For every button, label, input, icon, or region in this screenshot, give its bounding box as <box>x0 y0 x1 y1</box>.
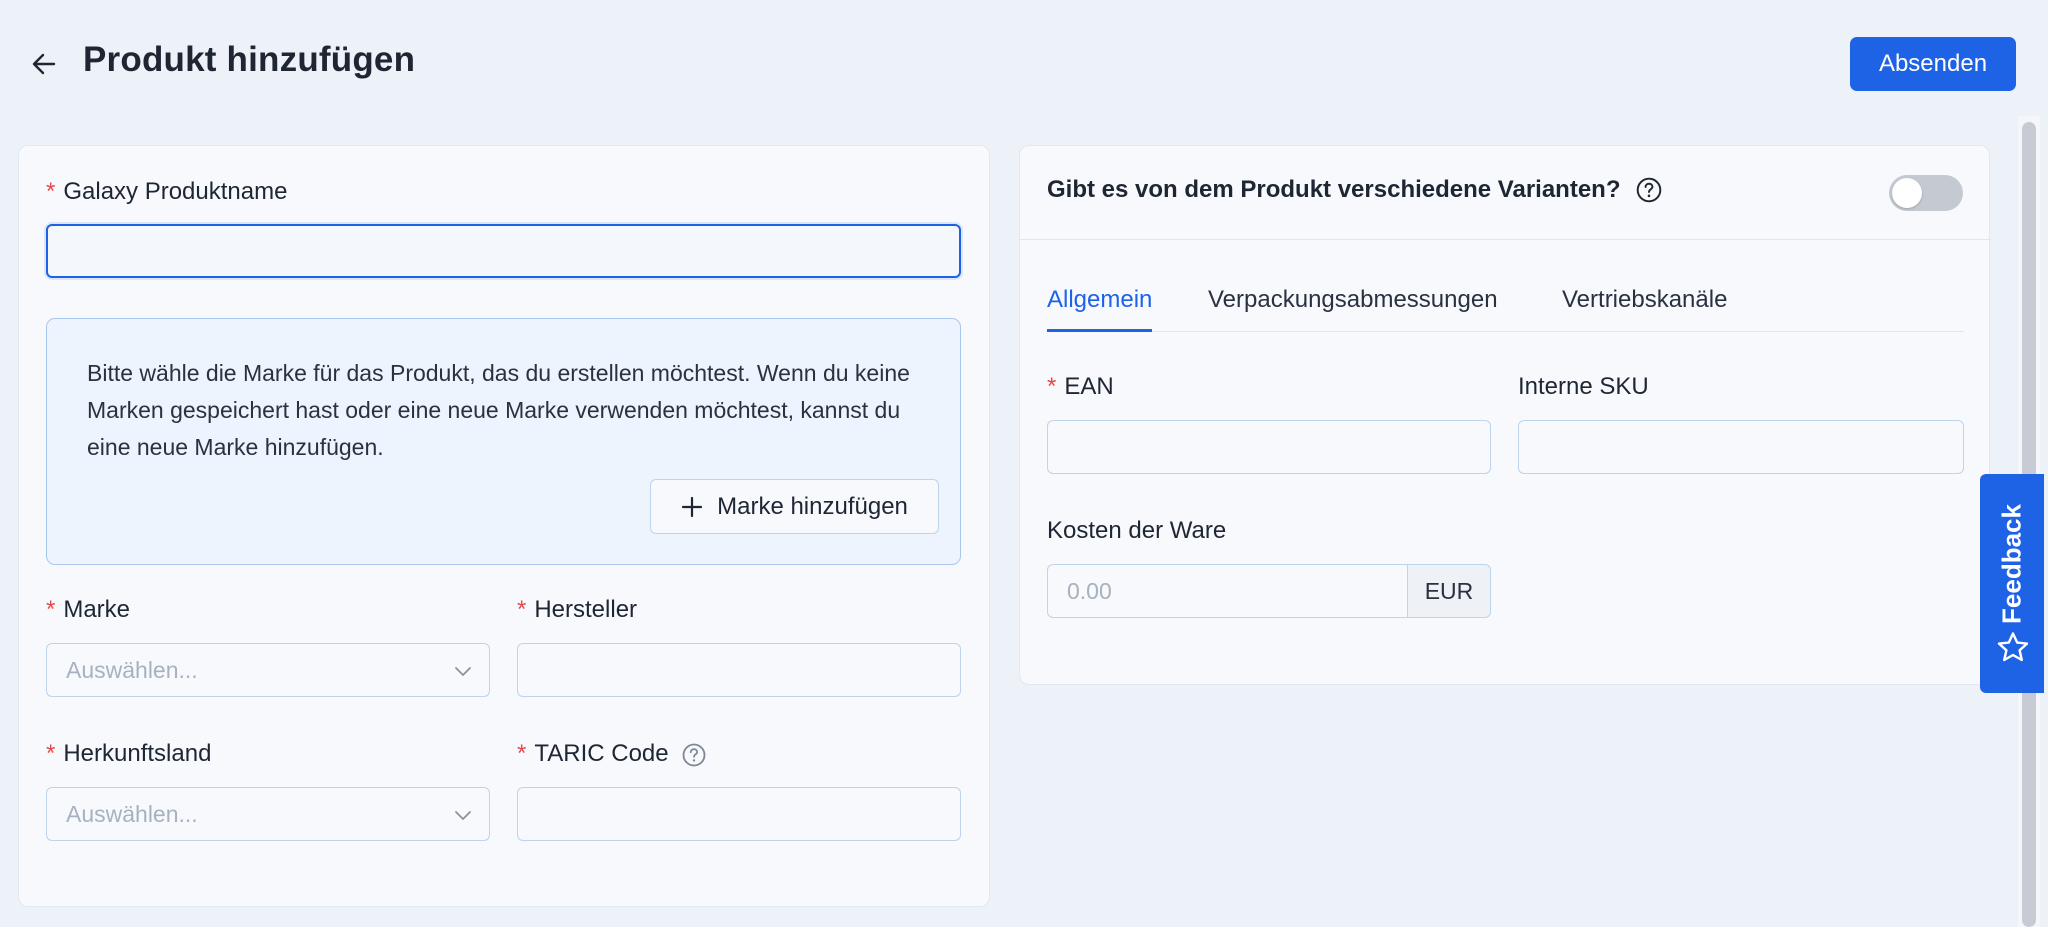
add-product-page: Produkt hinzufügen Absenden * Galaxy Prod… <box>0 0 2048 927</box>
product-name-input[interactable] <box>46 224 961 278</box>
required-marker: * <box>46 740 56 767</box>
tab-vertriebskanaele[interactable]: Vertriebskanäle <box>1562 286 1727 332</box>
star-icon <box>1997 632 2029 662</box>
required-marker: * <box>1047 373 1057 400</box>
product-name-label: * Galaxy Produktname <box>46 178 288 205</box>
brand-info-box: Bitte wähle die Marke für das Produkt, d… <box>46 318 961 565</box>
toggle-knob <box>1892 178 1922 208</box>
back-button[interactable] <box>26 46 62 82</box>
cost-of-goods-input[interactable]: 0.00 <box>1047 564 1408 618</box>
product-attributes-panel: Gibt es von dem Produkt verschiedene Var… <box>1019 145 1991 685</box>
required-marker: * <box>46 596 56 623</box>
product-details-panel: * Galaxy Produktname Bitte wähle die Mark… <box>18 145 990 907</box>
variants-question: Gibt es von dem Produkt verschiedene Var… <box>1047 176 1663 204</box>
variants-toggle[interactable] <box>1889 175 1963 211</box>
internal-sku-input[interactable] <box>1518 420 1964 474</box>
plus-icon <box>682 496 703 517</box>
cost-of-goods-label: Kosten der Ware <box>1047 517 1227 544</box>
taric-code-input[interactable] <box>517 787 961 841</box>
origin-country-placeholder: Auswählen... <box>66 801 198 827</box>
arrow-left-icon <box>32 53 56 75</box>
page-title: Produkt hinzufügen <box>83 40 416 79</box>
manufacturer-input[interactable] <box>517 643 961 697</box>
ean-label: * EAN <box>1047 373 1114 400</box>
brand-select[interactable]: Auswählen... <box>46 643 490 697</box>
required-marker: * <box>517 596 527 623</box>
question-circle-icon[interactable] <box>1635 176 1663 204</box>
page-header: Produkt hinzufügen Absenden <box>0 0 2048 128</box>
required-marker: * <box>46 178 56 205</box>
attribute-tabs: Allgemein Verpackungsabmessungen Vertrie… <box>1047 276 1964 332</box>
brand-info-text: Bitte wähle die Marke für das Produkt, d… <box>87 360 910 460</box>
required-marker: * <box>517 740 527 767</box>
manufacturer-label: * Hersteller <box>517 596 638 623</box>
question-circle-icon[interactable] <box>681 742 707 768</box>
submit-button[interactable]: Absenden <box>1850 37 2016 91</box>
add-brand-label: Marke hinzufügen <box>717 492 908 520</box>
origin-country-select[interactable]: Auswählen... <box>46 787 490 841</box>
cost-placeholder: 0.00 <box>1067 578 1112 604</box>
cost-of-goods-field: 0.00 EUR <box>1047 564 1491 618</box>
ean-input[interactable] <box>1047 420 1491 474</box>
chevron-down-icon <box>455 667 471 676</box>
variants-row: Gibt es von dem Produkt verschiedene Var… <box>1020 146 1991 240</box>
internal-sku-label: Interne SKU <box>1518 373 1649 400</box>
brand-select-placeholder: Auswählen... <box>66 657 198 683</box>
add-brand-button[interactable]: Marke hinzufügen <box>650 479 939 534</box>
currency-addon: EUR <box>1407 564 1491 618</box>
chevron-down-icon <box>455 811 471 820</box>
tab-allgemein[interactable]: Allgemein <box>1047 286 1153 332</box>
tab-verpackungsabmessungen[interactable]: Verpackungsabmessungen <box>1208 286 1498 332</box>
brand-label: * Marke <box>46 596 131 623</box>
feedback-tab[interactable]: Feedback <box>1980 474 2044 693</box>
origin-country-label: * Herkunftsland <box>46 740 212 767</box>
taric-code-label: * TARIC Code <box>517 740 707 768</box>
feedback-label: Feedback <box>1996 504 2027 624</box>
